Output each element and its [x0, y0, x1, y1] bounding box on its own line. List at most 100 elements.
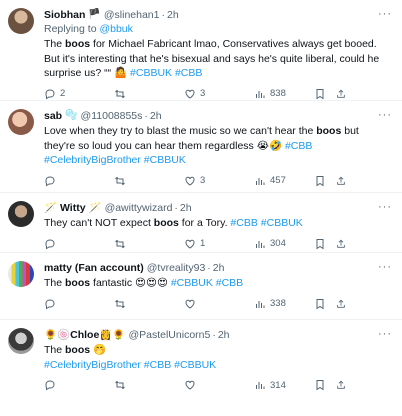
share-button[interactable] [336, 379, 350, 391]
bookmark-icon [316, 298, 324, 309]
views-chart-icon [256, 382, 265, 389]
retweet-button[interactable] [114, 238, 184, 250]
tweet-text: The boos 🤭 #CelebrityBigBrother #CBB #CBB… [44, 344, 217, 371]
tweet-text: The boos fantastic 😍😍😍 #CBBUK #CBB [44, 277, 244, 289]
hashtags[interactable]: #CBBUK #CBB [130, 67, 202, 79]
reply-button[interactable]: 2 [44, 88, 114, 100]
timestamp[interactable]: 2h [218, 328, 230, 342]
display-name[interactable]: Siobhan [44, 8, 85, 22]
bubbles-badge: 🫧 [65, 110, 78, 121]
reply-button[interactable] [44, 238, 114, 250]
reply-icon [45, 238, 55, 249]
retweet-button[interactable] [114, 175, 184, 187]
tweet-actions: 1 304 [44, 233, 392, 255]
reply-button[interactable] [44, 298, 114, 310]
views-button[interactable]: 457 [254, 175, 314, 187]
tweet[interactable]: Siobhan 🏴 @slinehan1 · 2h ··· Replying t… [0, 0, 402, 101]
share-button[interactable] [336, 88, 350, 100]
timestamp[interactable]: 2h [213, 261, 225, 275]
like-button[interactable] [184, 298, 254, 310]
retweet-button[interactable] [114, 88, 184, 100]
more-options-icon[interactable]: ··· [378, 328, 392, 340]
like-button[interactable]: 3 [184, 175, 254, 187]
heart-icon [185, 239, 195, 249]
display-name[interactable]: 🪄 Witty 🪄 [44, 201, 102, 215]
views-chart-icon [256, 240, 265, 248]
tweet-text: Love when they try to blast the music so… [44, 125, 359, 166]
reply-icon [45, 175, 55, 186]
avatar[interactable] [8, 261, 34, 287]
views-button[interactable]: 838 [254, 88, 314, 100]
share-button[interactable] [336, 175, 350, 187]
tweet-feed: Siobhan 🏴 @slinehan1 · 2h ··· Replying t… [0, 0, 402, 400]
retweet-icon [115, 176, 125, 185]
more-options-icon[interactable]: ··· [378, 261, 392, 273]
retweet-icon [115, 89, 125, 98]
share-button[interactable] [336, 238, 350, 250]
heart-icon [185, 176, 195, 186]
timestamp[interactable]: 2h [150, 109, 162, 123]
hashtags[interactable]: #CBB #CBBUK [230, 217, 302, 229]
share-button[interactable] [336, 298, 350, 310]
reply-icon [45, 380, 55, 391]
hashtags[interactable]: #CBBUK #CBB [171, 277, 243, 289]
more-options-icon[interactable]: ··· [378, 109, 392, 121]
user-handle[interactable]: @tvreality93 [147, 261, 206, 275]
bookmark-button[interactable] [314, 238, 336, 250]
retweet-button[interactable] [114, 298, 184, 310]
reply-button[interactable] [44, 379, 114, 391]
heart-icon [185, 89, 195, 99]
like-button[interactable]: 3 [184, 88, 254, 100]
tweet-text: They can't NOT expect boos for a Tory. #… [44, 217, 303, 229]
tweet-actions: 3 457 [44, 170, 392, 192]
flag-badge: 🏴 [88, 9, 101, 20]
bookmark-button[interactable] [314, 88, 336, 100]
avatar[interactable] [8, 201, 34, 227]
like-button[interactable] [184, 379, 254, 391]
user-handle[interactable]: @PastelUnicorn5 [128, 328, 210, 342]
timestamp[interactable]: 2h [180, 201, 192, 215]
display-name[interactable]: sab [44, 109, 62, 123]
retweet-button[interactable] [114, 379, 184, 391]
separator-dot: · [144, 110, 148, 122]
views-button[interactable]: 314 [254, 379, 314, 391]
heart-icon [185, 299, 195, 309]
bookmark-icon [316, 88, 324, 99]
tweet[interactable]: 🪄 Witty 🪄 @awittywizard · 2h ··· They ca… [0, 193, 402, 253]
bookmark-button[interactable] [314, 298, 336, 310]
user-handle[interactable]: @slinehan1 [104, 8, 160, 22]
like-button[interactable]: 1 [184, 238, 254, 250]
avatar[interactable] [8, 109, 34, 135]
tweet[interactable]: sab 🫧 @11008855s · 2h ··· Love when they… [0, 101, 402, 193]
hashtags[interactable]: #CelebrityBigBrother #CBB #CBBUK [44, 359, 216, 371]
views-chart-icon [256, 177, 265, 185]
timestamp[interactable]: 2h [167, 8, 179, 22]
bookmark-button[interactable] [314, 175, 336, 187]
tweet[interactable]: matty (Fan account) @tvreality93 · 2h ··… [0, 253, 402, 320]
tweet[interactable]: 🌻🍥Chloe👸🌻 @PastelUnicorn5 · 2h ··· The b… [0, 320, 402, 400]
share-icon [337, 89, 345, 98]
avatar[interactable] [8, 8, 34, 34]
display-name[interactable]: 🌻🍥Chloe👸🌻 [44, 328, 125, 342]
more-options-icon[interactable]: ··· [378, 8, 392, 20]
bookmark-button[interactable] [314, 379, 336, 391]
share-icon [337, 299, 345, 308]
replying-to-link[interactable]: @bbuk [99, 23, 132, 35]
share-icon [337, 176, 345, 185]
views-button[interactable]: 338 [254, 298, 314, 310]
display-name[interactable]: matty (Fan account) [44, 261, 144, 275]
separator-dot: · [207, 262, 211, 274]
tweet-actions: 338 [44, 293, 392, 315]
user-handle[interactable]: @awittywizard [105, 201, 173, 215]
views-chart-icon [256, 90, 265, 98]
reply-button[interactable] [44, 175, 114, 187]
separator-dot: · [174, 202, 178, 214]
retweet-icon [115, 239, 125, 248]
reply-icon [45, 88, 55, 99]
views-button[interactable]: 304 [254, 238, 314, 250]
user-handle[interactable]: @11008855s [81, 109, 143, 123]
more-options-icon[interactable]: ··· [378, 201, 392, 213]
avatar[interactable] [8, 328, 34, 354]
tweet-text: The boos for Michael Fabricant lmao, Con… [44, 38, 380, 79]
replying-to: Replying to @bbuk [44, 23, 133, 35]
